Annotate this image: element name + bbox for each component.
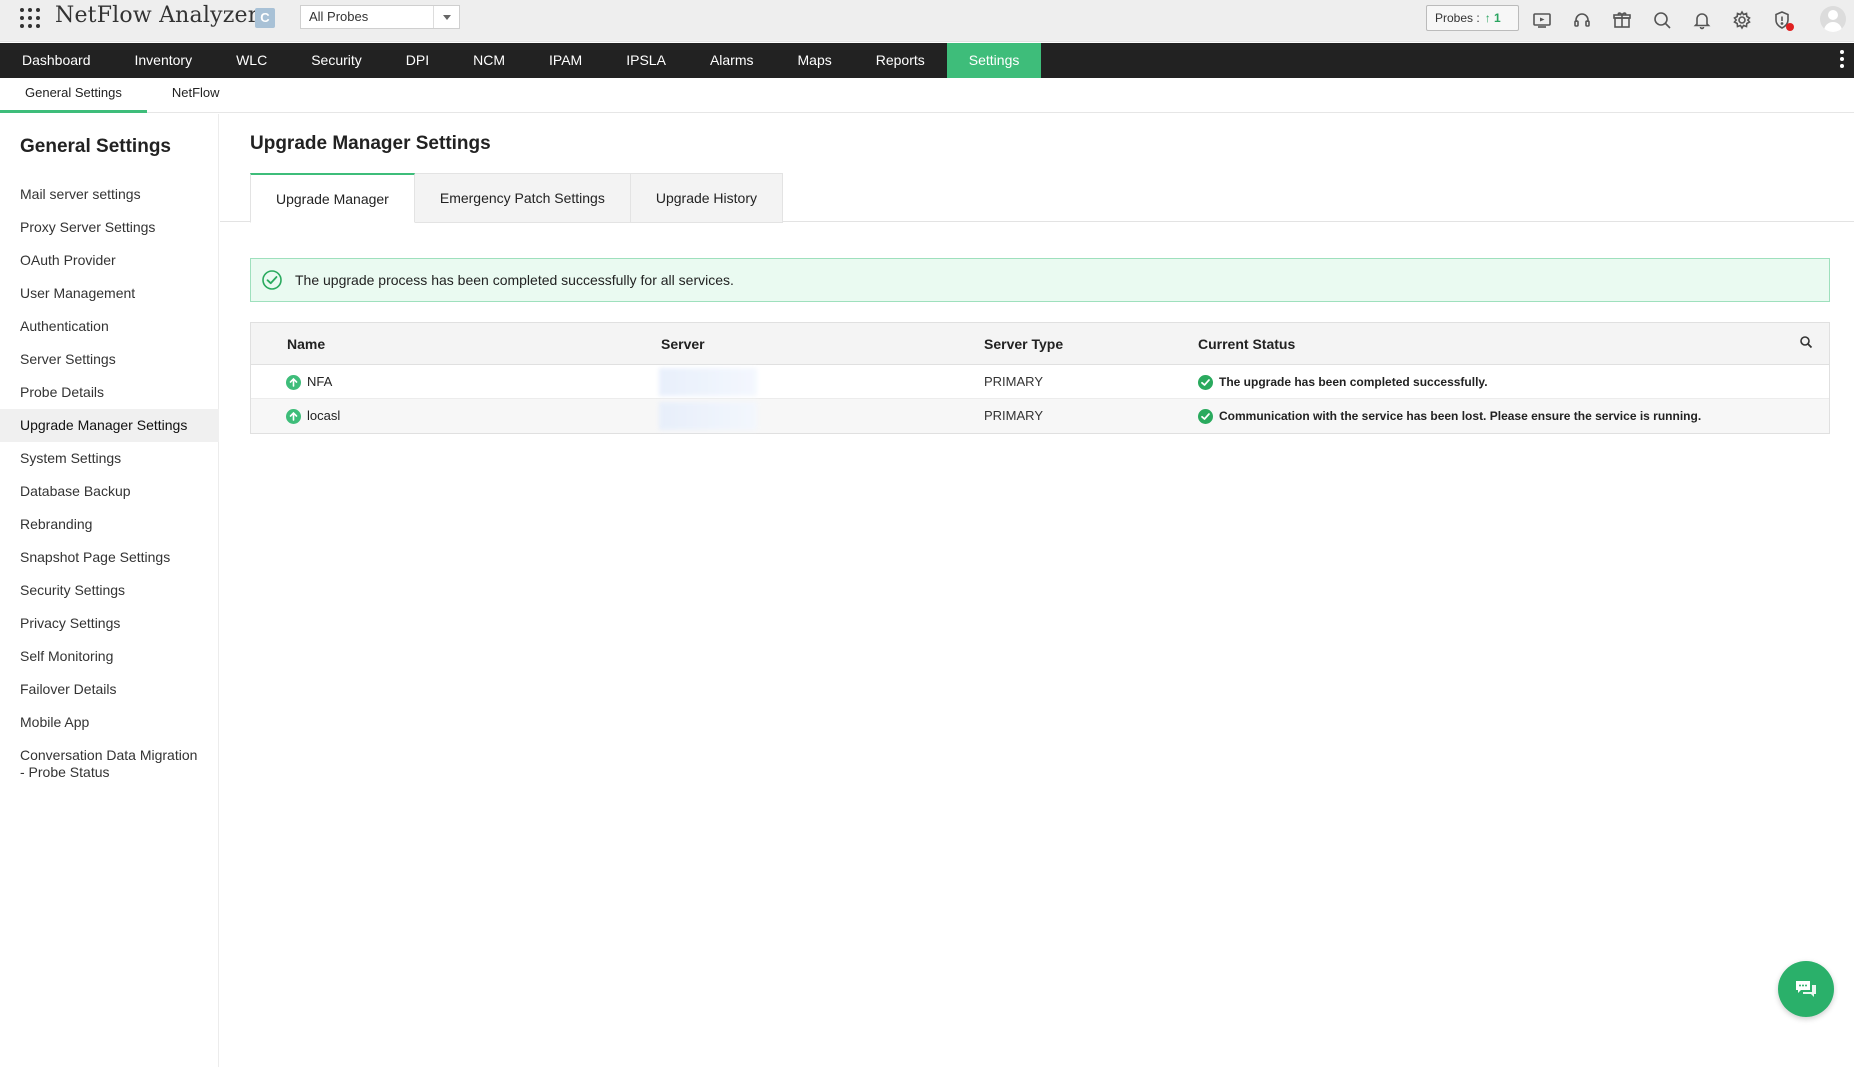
success-banner: The upgrade process has been completed s…: [250, 258, 1830, 302]
shield-alert-icon[interactable]: [1770, 8, 1794, 32]
tab-bar: Upgrade Manager Emergency Patch Settings…: [250, 173, 783, 223]
probe-selector[interactable]: All Probes: [300, 5, 460, 29]
nav-dpi[interactable]: DPI: [384, 43, 451, 78]
nav-ipam[interactable]: IPAM: [527, 43, 604, 78]
sidebar-item-server-settings[interactable]: Server Settings: [0, 343, 219, 376]
tab-upgrade-manager[interactable]: Upgrade Manager: [250, 173, 415, 223]
sidebar-item-upgrade-manager[interactable]: Upgrade Manager Settings: [0, 409, 219, 442]
sidebar-item-system-settings[interactable]: System Settings: [0, 442, 219, 475]
probes-status[interactable]: Probes : ↑ 1: [1426, 5, 1519, 31]
main-nav: Dashboard Inventory WLC Security DPI NCM…: [0, 43, 1854, 78]
nav-ipsla[interactable]: IPSLA: [604, 43, 688, 78]
more-menu-icon[interactable]: [1840, 50, 1844, 70]
table-row: NFA PRIMARY The upgrade has been complet…: [251, 365, 1829, 399]
column-header-name[interactable]: Name: [287, 323, 325, 365]
subnav-netflow[interactable]: NetFlow: [147, 78, 245, 113]
sidebar-item-snapshot-page[interactable]: Snapshot Page Settings: [0, 541, 219, 574]
row-name-cell: locasl: [286, 399, 340, 433]
sidebar-list: Mail server settings Proxy Server Settin…: [0, 178, 219, 781]
arrow-up-icon: [286, 374, 301, 390]
app-switcher-icon[interactable]: [20, 8, 42, 30]
row-status: The upgrade has been completed successfu…: [1219, 375, 1488, 389]
banner-message: The upgrade process has been completed s…: [295, 272, 734, 288]
nav-maps[interactable]: Maps: [776, 43, 854, 78]
row-server-type: PRIMARY: [984, 408, 1043, 423]
gear-icon[interactable]: [1730, 8, 1754, 32]
row-status-cell: Communication with the service has been …: [1198, 399, 1701, 433]
column-header-server[interactable]: Server: [661, 323, 705, 365]
main-content: Upgrade Manager Settings Upgrade Manager…: [220, 114, 1854, 1067]
probes-up-count: ↑ 1: [1484, 11, 1501, 25]
check-circle-icon: [261, 269, 283, 291]
chevron-down-icon[interactable]: [433, 6, 459, 28]
table-search-icon[interactable]: [1799, 335, 1813, 349]
check-icon: [1198, 374, 1213, 390]
column-header-server-type[interactable]: Server Type: [984, 323, 1063, 365]
nav-inventory[interactable]: Inventory: [113, 43, 215, 78]
sidebar-item-failover-details[interactable]: Failover Details: [0, 673, 219, 706]
edition-badge: C: [255, 8, 275, 28]
nav-wlc[interactable]: WLC: [214, 43, 289, 78]
app-title: NetFlow Analyzer: [55, 3, 259, 28]
video-icon[interactable]: [1530, 8, 1554, 32]
sidebar-item-rebranding[interactable]: Rebranding: [0, 508, 219, 541]
sidebar-item-conversation-migration[interactable]: Conversation Data Migration - Probe Stat…: [0, 739, 219, 781]
row-status-cell: The upgrade has been completed successfu…: [1198, 365, 1488, 399]
alert-dot: [1786, 23, 1794, 31]
probe-selector-value: All Probes: [309, 9, 369, 24]
sidebar-item-oauth-provider[interactable]: OAuth Provider: [0, 244, 219, 277]
nav-settings[interactable]: Settings: [946, 43, 1042, 78]
arrow-up-icon: [286, 408, 301, 424]
sidebar-item-proxy-server[interactable]: Proxy Server Settings: [0, 211, 219, 244]
tab-upgrade-history[interactable]: Upgrade History: [630, 173, 783, 223]
avatar[interactable]: [1820, 6, 1846, 32]
sidebar-item-self-monitoring[interactable]: Self Monitoring: [0, 640, 219, 673]
sidebar-item-authentication[interactable]: Authentication: [0, 310, 219, 343]
gift-icon[interactable]: [1610, 8, 1634, 32]
page-title: Upgrade Manager Settings: [250, 133, 491, 154]
sidebar: General Settings Mail server settings Pr…: [0, 114, 219, 1067]
chat-icon: [1796, 981, 1816, 997]
row-name: NFA: [307, 374, 333, 389]
headset-icon[interactable]: [1570, 8, 1594, 32]
sidebar-item-privacy-settings[interactable]: Privacy Settings: [0, 607, 219, 640]
chat-button[interactable]: [1778, 961, 1834, 1017]
search-icon[interactable]: [1650, 8, 1674, 32]
sidebar-item-probe-details[interactable]: Probe Details: [0, 376, 219, 409]
upgrade-table: Name Server Server Type Current Status N…: [250, 322, 1830, 434]
sidebar-item-mail-server[interactable]: Mail server settings: [0, 178, 219, 211]
nav-alarms[interactable]: Alarms: [688, 43, 776, 78]
check-icon: [1198, 408, 1213, 424]
sidebar-item-mobile-app[interactable]: Mobile App: [0, 706, 219, 739]
row-name-cell: NFA: [286, 365, 332, 399]
table-row: locasl PRIMARY Communication with the se…: [251, 399, 1829, 433]
table-header: Name Server Server Type Current Status: [251, 323, 1829, 365]
bell-icon[interactable]: [1690, 8, 1714, 32]
nav-security[interactable]: Security: [289, 43, 384, 78]
sidebar-title: General Settings: [20, 136, 171, 157]
probes-label: Probes :: [1435, 11, 1480, 25]
server-value-redacted: [659, 368, 757, 396]
sidebar-item-user-management[interactable]: User Management: [0, 277, 219, 310]
subnav-general-settings[interactable]: General Settings: [0, 78, 147, 113]
nav-reports[interactable]: Reports: [854, 43, 947, 78]
nav-dashboard[interactable]: Dashboard: [0, 43, 113, 78]
tab-emergency-patch-settings[interactable]: Emergency Patch Settings: [414, 173, 631, 223]
sidebar-item-security-settings[interactable]: Security Settings: [0, 574, 219, 607]
column-header-current-status[interactable]: Current Status: [1198, 323, 1295, 365]
sidebar-item-database-backup[interactable]: Database Backup: [0, 475, 219, 508]
server-value-redacted: [659, 402, 757, 430]
sub-nav: General Settings NetFlow: [0, 78, 1854, 113]
row-server-type: PRIMARY: [984, 374, 1043, 389]
row-name: locasl: [307, 408, 341, 423]
top-header: NetFlow Analyzer C All Probes Probes : ↑ …: [0, 0, 1854, 42]
row-status: Communication with the service has been …: [1219, 409, 1702, 423]
nav-ncm[interactable]: NCM: [451, 43, 527, 78]
